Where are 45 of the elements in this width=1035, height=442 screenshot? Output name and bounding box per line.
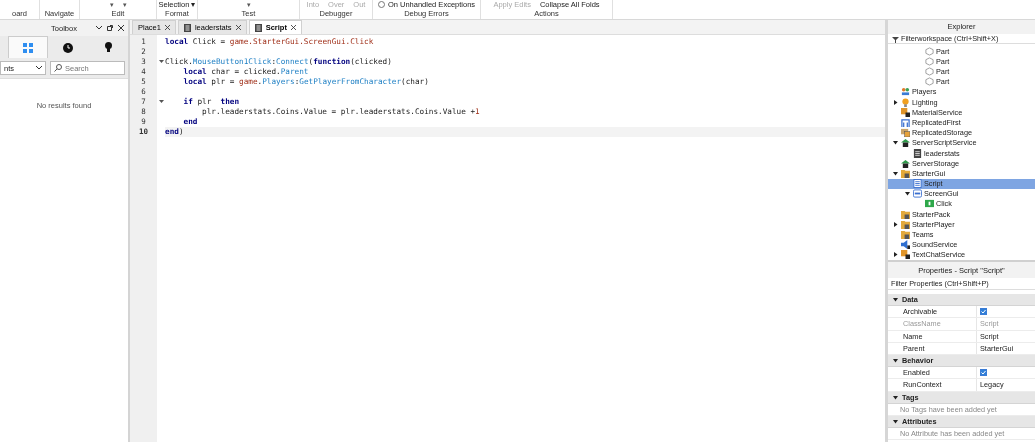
server-icon [901,138,910,148]
undock-icon[interactable] [107,25,113,31]
checkbox[interactable] [980,369,987,377]
button-icon [925,199,934,209]
close-icon[interactable] [235,25,241,30]
lightbulb-icon [104,42,112,53]
expanded-arrow-icon[interactable] [893,418,898,424]
window-icon [913,189,922,199]
expanded-arrow-icon[interactable] [892,170,898,176]
lightbulb-icon [901,97,910,107]
collapsed-arrow-icon[interactable] [892,221,898,227]
clock-icon [63,42,73,53]
fold-arrow-icon[interactable] [158,100,164,104]
bracket-icon [901,117,910,127]
folder-icon [901,209,910,219]
expanded-arrow-icon[interactable] [892,140,898,146]
chevron-icon[interactable] [96,25,102,31]
server-icon [901,158,910,168]
expanded-arrow-icon[interactable] [893,358,898,364]
fold-arrow-icon[interactable] [158,60,164,64]
script-icon [913,179,922,189]
people-icon [901,87,910,97]
expanded-arrow-icon[interactable] [893,297,898,302]
service-icon [901,107,910,117]
folder-icon [901,230,910,240]
collapsed-arrow-icon[interactable] [892,252,898,258]
expanded-arrow-icon[interactable] [904,191,910,197]
script-icon [913,148,922,158]
folder-icon [901,168,910,178]
close-icon[interactable] [164,25,170,30]
service-icon [901,250,910,260]
script-icon [183,23,191,32]
checkbox[interactable] [980,308,987,316]
filter-icon [892,36,899,43]
speaker-icon [901,240,910,250]
chevron-icon [36,66,42,70]
close-icon[interactable] [118,25,124,31]
script-icon [254,23,262,32]
expanded-arrow-icon[interactable] [893,394,898,400]
collapsed-arrow-icon[interactable] [892,99,898,105]
folder-icon [901,219,910,229]
storage-icon [901,128,910,138]
close-icon[interactable] [290,25,296,30]
search-icon [54,64,62,72]
grid-icon [23,42,33,53]
